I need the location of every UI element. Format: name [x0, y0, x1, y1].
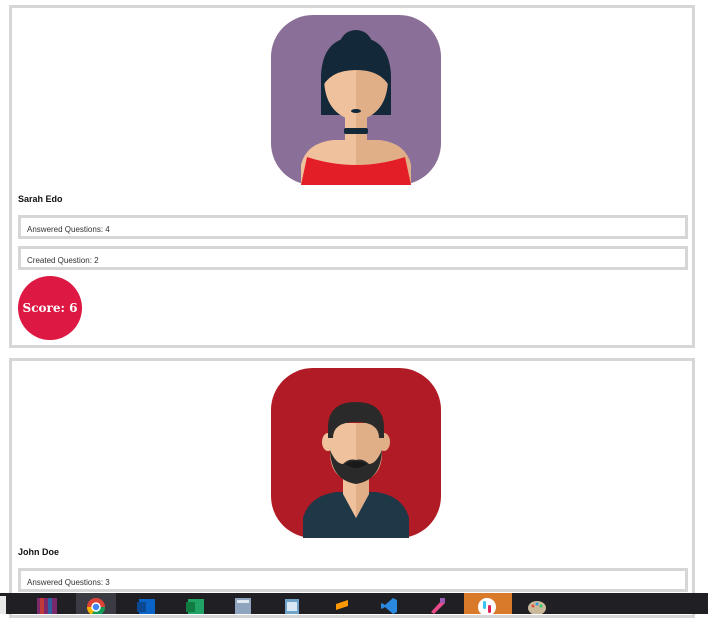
- chrome-icon[interactable]: [86, 596, 105, 614]
- outlook-icon[interactable]: [137, 596, 155, 614]
- created-questions-stat: Created Question: 2: [18, 246, 688, 270]
- user-name: John Doe: [18, 547, 60, 557]
- user-card: John Doe Answered Questions: 3: [9, 358, 695, 618]
- winrar-icon[interactable]: [37, 596, 57, 614]
- user-name: Sarah Edo: [18, 194, 63, 204]
- sublime-icon[interactable]: [333, 596, 351, 614]
- slack-icon[interactable]: [478, 596, 496, 614]
- paint-tool-icon[interactable]: [428, 596, 446, 614]
- windows-taskbar: [0, 593, 708, 614]
- answered-questions-stat: Answered Questions: 3: [18, 568, 688, 592]
- file-icon[interactable]: [0, 596, 6, 614]
- notepad-icon[interactable]: [283, 596, 301, 614]
- female-avatar-icon: [271, 15, 441, 185]
- user-card: Sarah Edo Answered Questions: 4 Created …: [9, 5, 695, 348]
- excel-icon[interactable]: [186, 596, 204, 614]
- male-avatar-icon: [271, 368, 441, 538]
- paint-palette-icon[interactable]: [528, 596, 546, 614]
- vscode-icon[interactable]: [380, 596, 398, 614]
- score-badge: Score: 6: [18, 276, 82, 340]
- answered-questions-stat: Answered Questions: 4: [18, 215, 688, 239]
- calculator-icon[interactable]: [234, 596, 252, 614]
